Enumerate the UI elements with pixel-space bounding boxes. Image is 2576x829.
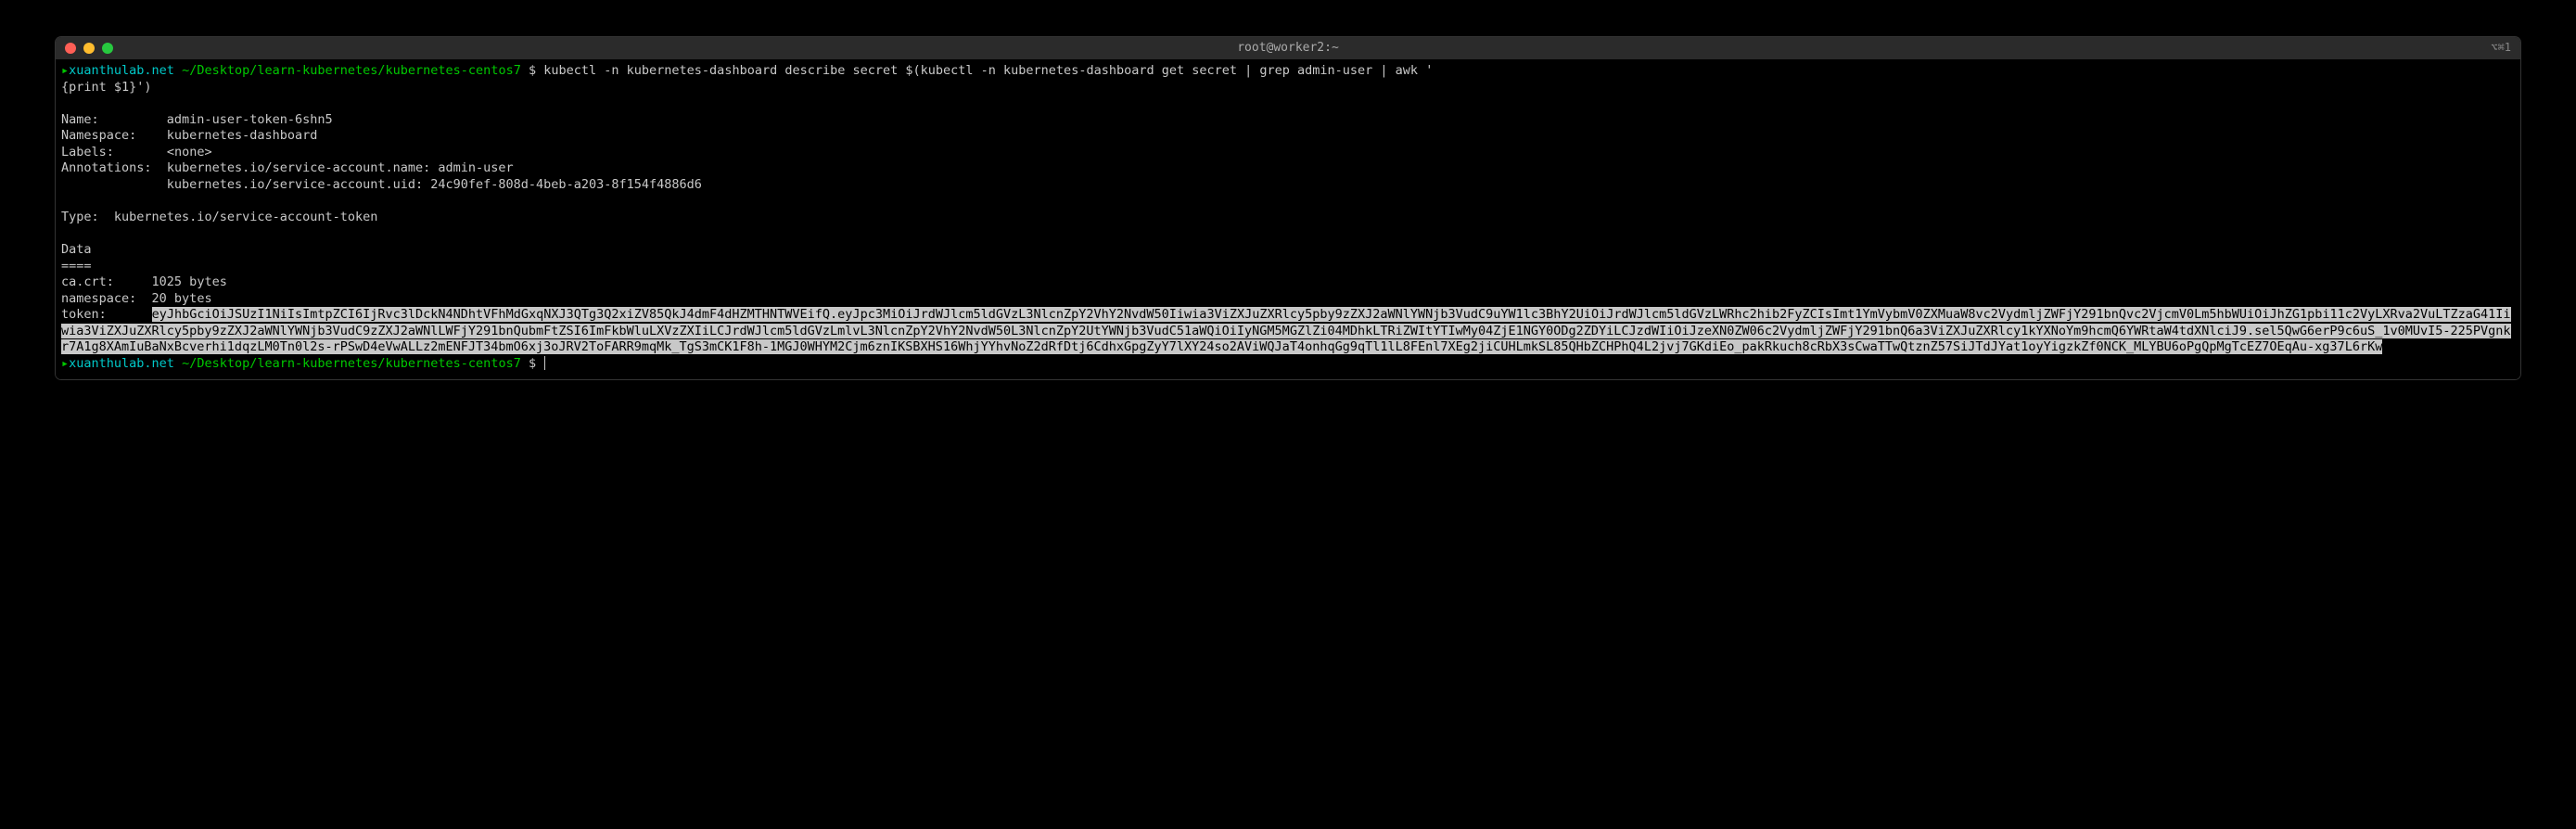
terminal-window: root@worker2:~ ⌥⌘1 ▸xuanthulab.net ~/Des… [56, 37, 2520, 379]
command-text: kubectl -n kubernetes-dashboard describe… [543, 63, 1433, 78]
type-label: Type: [61, 210, 99, 224]
prompt2-host: xuanthulab.net [69, 356, 174, 371]
type-value: kubernetes.io/service-account-token [114, 210, 377, 224]
cacrt-label: ca.crt: [61, 274, 114, 289]
name-value: admin-user-token-6shn5 [167, 112, 333, 127]
labels-label: Labels: [61, 145, 114, 159]
terminal-content: ▸xuanthulab.net ~/Desktop/learn-kubernet… [61, 63, 2515, 372]
prompt2-path: ~/Desktop/learn-kubernetes/kubernetes-ce… [182, 356, 521, 371]
prompt-path: ~/Desktop/learn-kubernetes/kubernetes-ce… [182, 63, 521, 78]
prompt2-arrow: ▸ [61, 356, 69, 371]
title-bar: root@worker2:~ ⌥⌘1 [56, 37, 2520, 59]
annotations-value-1: kubernetes.io/service-account.name: admi… [167, 160, 514, 175]
traffic-lights [65, 43, 113, 54]
cacrt-value: 1025 bytes [152, 274, 227, 289]
terminal-body[interactable]: ▸xuanthulab.net ~/Desktop/learn-kubernet… [56, 59, 2520, 379]
window-title: root@worker2:~ [1237, 41, 1339, 57]
data-header: Data [61, 242, 92, 257]
tab-indicator: ⌥⌘1 [2491, 41, 2511, 56]
token-label: token: [61, 307, 107, 322]
maximize-button[interactable] [102, 43, 113, 54]
annotations-value-2: kubernetes.io/service-account.uid: 24c90… [167, 177, 702, 192]
ns-value: 20 bytes [152, 291, 212, 306]
namespace-value: kubernetes-dashboard [167, 128, 318, 143]
prompt-arrow: ▸ [61, 63, 69, 78]
data-separator: ==== [61, 259, 92, 274]
name-label: Name: [61, 112, 99, 127]
namespace-label: Namespace: [61, 128, 136, 143]
token-value[interactable]: eyJhbGciOiJSUzI1NiIsImtpZCI6IjRvc3lDckN4… [61, 307, 2511, 354]
prompt2-dollar: $ [529, 356, 536, 371]
annotations-label: Annotations: [61, 160, 152, 175]
minimize-button[interactable] [83, 43, 95, 54]
close-button[interactable] [65, 43, 76, 54]
labels-value: <none> [167, 145, 212, 159]
prompt-host: xuanthulab.net [69, 63, 174, 78]
command-text-2: {print $1}') [61, 80, 152, 95]
ns-label: namespace: [61, 291, 136, 306]
prompt-dollar: $ [529, 63, 536, 78]
cursor [544, 356, 545, 370]
